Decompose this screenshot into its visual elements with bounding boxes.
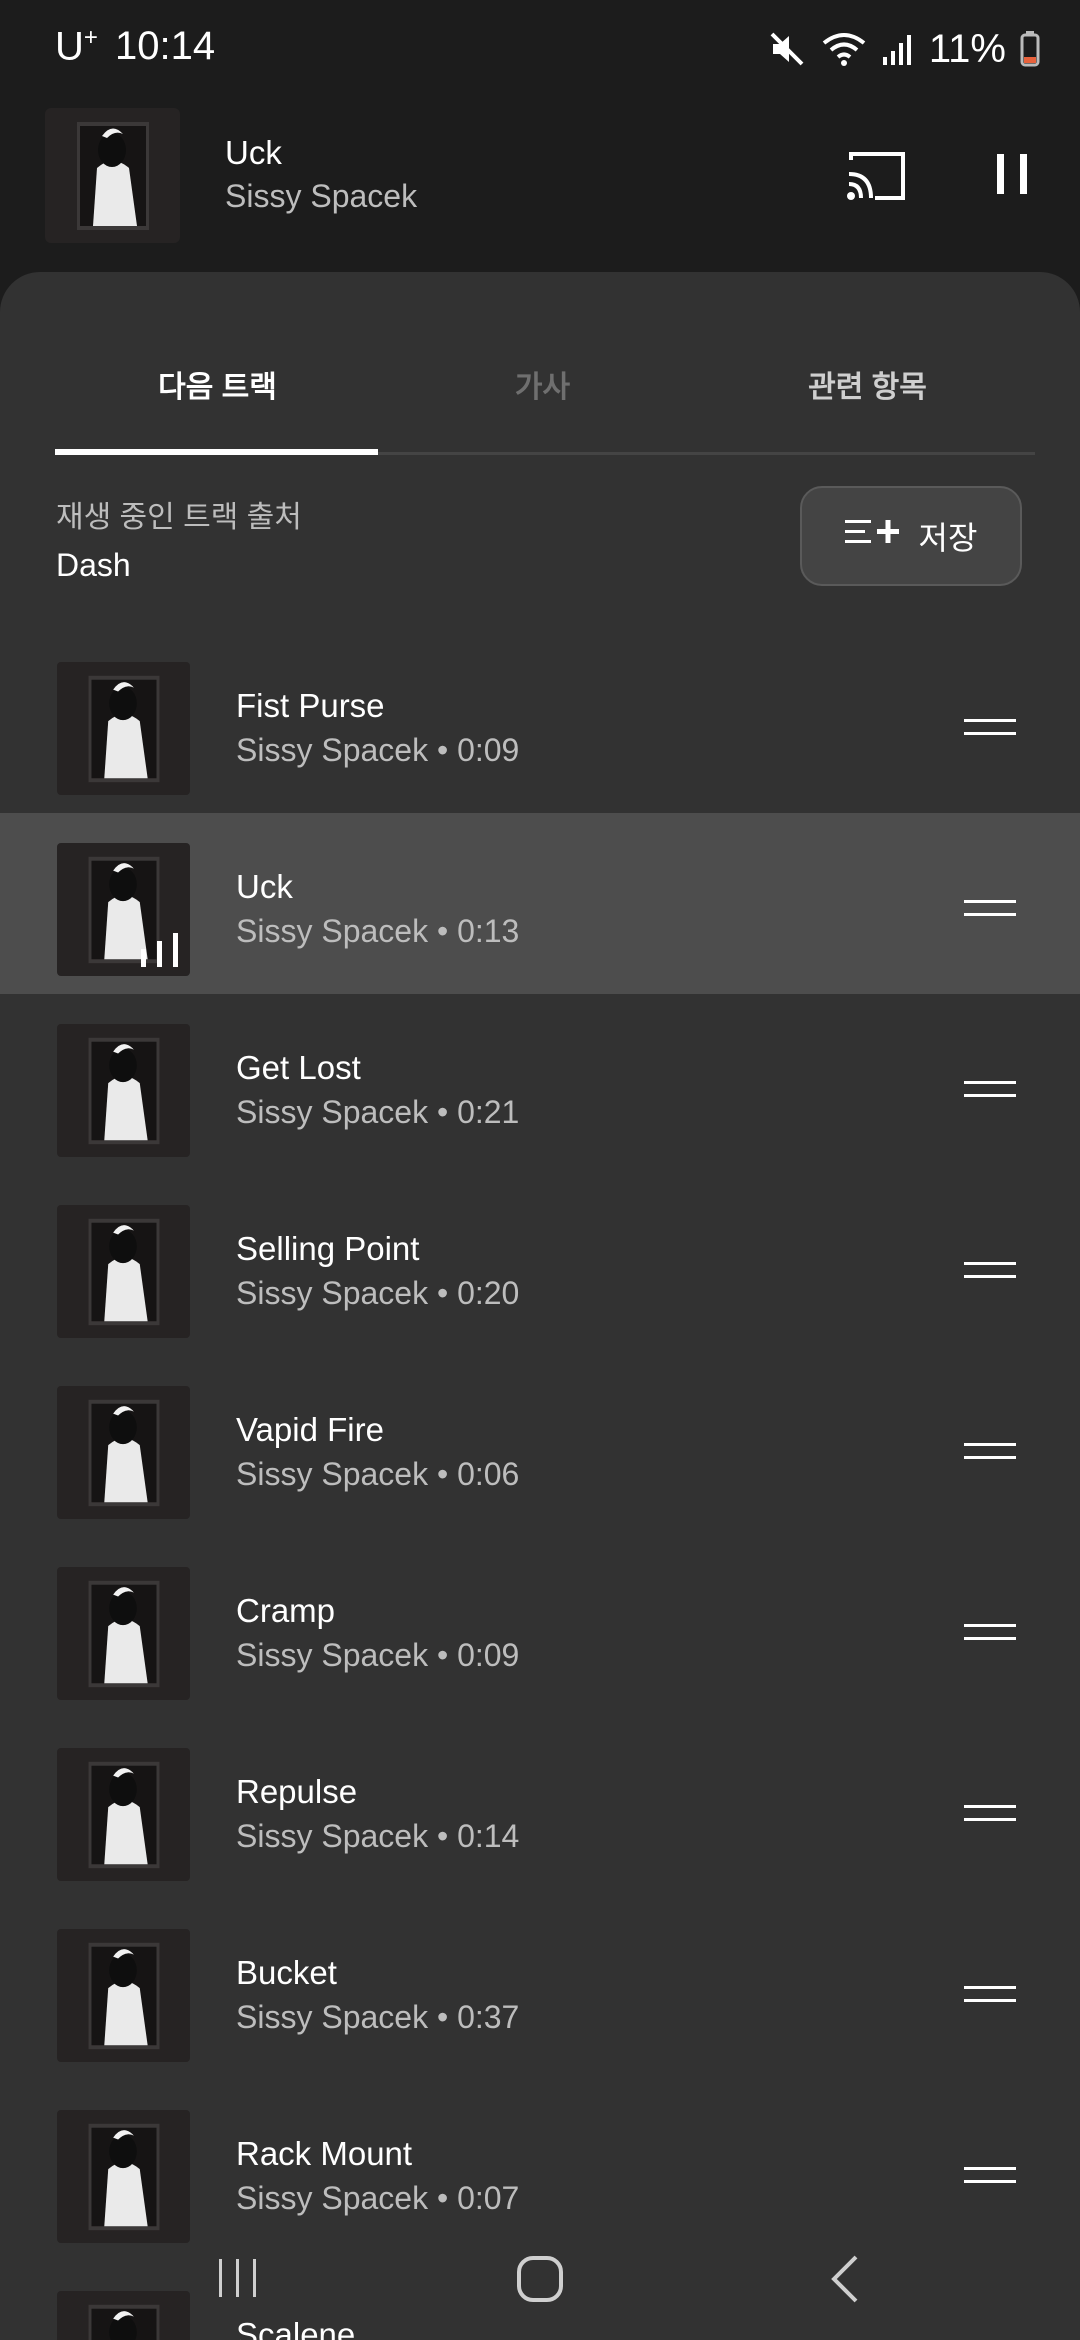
status-bar: U+ 10:14 11% [0,0,1080,100]
track-subtitle: Sissy Spacek • 0:20 [236,1275,520,1311]
track-subtitle: Sissy Spacek • 0:14 [236,1818,520,1854]
queue-row[interactable]: Bucket Sissy Spacek • 0:37 [0,1899,1080,2080]
queue-row[interactable]: Repulse Sissy Spacek • 0:14 [0,1718,1080,1899]
queue-row[interactable]: Uck Sissy Spacek • 0:13 [0,813,1080,994]
drag-handle-icon[interactable] [963,1798,1017,1833]
track-title: Uck [236,868,293,905]
drag-handle-icon[interactable] [963,2160,1017,2195]
queue-row[interactable]: Vapid Fire Sissy Spacek • 0:06 [0,1356,1080,1537]
track-title: Vapid Fire [236,1411,384,1448]
signal-icon [881,29,915,69]
carrier-sup: + [83,24,98,51]
battery-icon [1020,29,1040,69]
queue-row[interactable]: Fist Purse Sissy Spacek • 0:09 [0,632,1080,813]
pause-icon[interactable] [995,152,1029,201]
track-title: Fist Purse [236,687,385,724]
track-title: Selling Point [236,1230,420,1267]
tab-indicator [55,449,378,455]
battery-text: 11% [928,26,1006,71]
home-icon[interactable] [516,2255,564,2308]
track-title: Repulse [236,1773,358,1810]
tab-related[interactable]: 관련 항목 [705,362,1030,406]
track-thumbnail [57,2110,190,2243]
clock: 10:14 [115,24,216,69]
track-thumbnail [57,1929,190,2062]
source-label: 재생 중인 트랙 출처 [56,501,302,534]
mini-player-artist: Sissy Spacek [225,178,418,214]
track-subtitle: Sissy Spacek • 0:37 [236,1999,520,2035]
mini-player-title: Uck [225,134,282,171]
tab-up-next[interactable]: 다음 트랙 [55,362,380,406]
save-button[interactable]: 저장 [800,486,1022,586]
track-title: Get Lost [236,1049,361,1086]
queue-sheet: 다음 트랙 가사 관련 항목 재생 중인 트랙 출처 Dash 저장 Fist … [0,272,1080,2340]
track-thumbnail [57,1205,190,1338]
system-nav-bar [0,2240,1080,2340]
track-thumbnail [57,1024,190,1157]
drag-handle-icon[interactable] [963,1617,1017,1652]
tab-bar: 다음 트랙 가사 관련 항목 [55,272,1035,455]
now-playing-icon [139,933,185,974]
tab-lyrics[interactable]: 가사 [380,362,705,406]
drag-handle-icon[interactable] [963,1979,1017,2014]
track-subtitle: Sissy Spacek • 0:06 [236,1456,520,1492]
carrier-time: U+ 10:14 [55,24,215,69]
queue-list: Fist Purse Sissy Spacek • 0:09 Uck Sissy… [0,632,1080,2340]
track-title: Bucket [236,1954,337,1991]
drag-handle-icon[interactable] [963,1074,1017,1109]
add-to-playlist-icon [844,516,901,556]
wifi-icon [821,29,867,69]
drag-handle-icon[interactable] [963,712,1017,747]
mini-player[interactable]: Uck Sissy Spacek [0,100,1080,272]
track-thumbnail [57,1748,190,1881]
track-subtitle: Sissy Spacek • 0:09 [236,1637,520,1673]
track-title: Cramp [236,1592,336,1629]
carrier: U [55,24,84,69]
drag-handle-icon[interactable] [963,1436,1017,1471]
album-art [45,108,180,243]
cast-icon[interactable] [845,150,907,207]
track-thumbnail [57,1386,190,1519]
track-thumbnail [57,843,190,976]
track-subtitle: Sissy Spacek • 0:07 [236,2180,520,2216]
track-subtitle: Sissy Spacek • 0:13 [236,913,520,949]
queue-row[interactable]: Get Lost Sissy Spacek • 0:21 [0,994,1080,1175]
drag-handle-icon[interactable] [963,1255,1017,1290]
queue-row[interactable]: Cramp Sissy Spacek • 0:09 [0,1537,1080,1718]
source-name: Dash [56,547,131,583]
track-thumbnail [57,662,190,795]
drag-handle-icon[interactable] [963,893,1017,928]
queue-row[interactable]: Selling Point Sissy Spacek • 0:20 [0,1175,1080,1356]
track-thumbnail [57,1567,190,1700]
mute-icon [767,29,807,69]
track-title: Rack Mount [236,2135,413,2172]
track-subtitle: Sissy Spacek • 0:09 [236,732,520,768]
save-button-label: 저장 [918,520,978,556]
back-icon[interactable] [828,2255,862,2308]
track-subtitle: Sissy Spacek • 0:21 [236,1094,520,1130]
queue-row[interactable]: Rack Mount Sissy Spacek • 0:07 [0,2080,1080,2261]
recents-icon[interactable] [215,2255,261,2306]
